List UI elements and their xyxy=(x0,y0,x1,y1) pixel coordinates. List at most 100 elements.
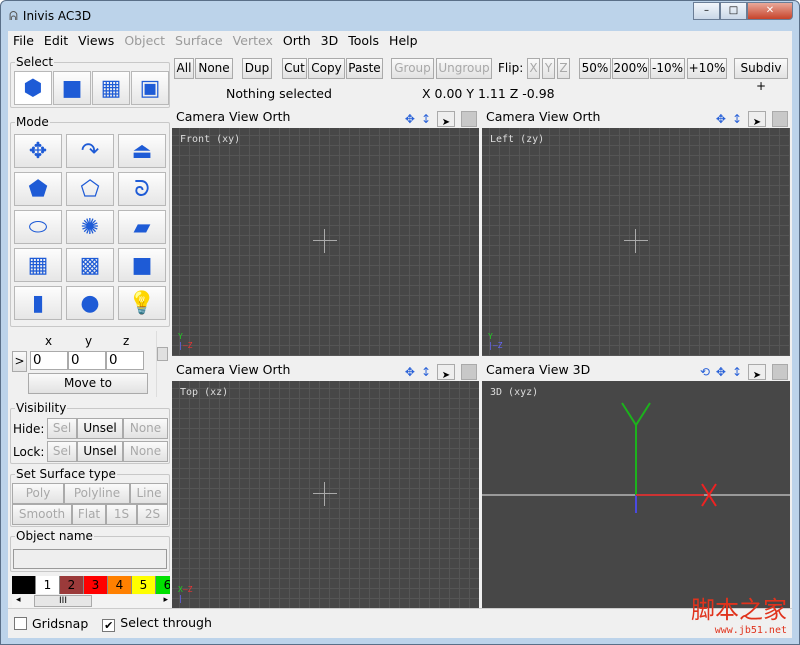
scroll-right-icon[interactable]: ▸ xyxy=(163,595,168,605)
draw-mesh-button[interactable]: ▦ xyxy=(14,248,62,282)
group-button[interactable]: Group xyxy=(391,58,434,79)
zoom-updown-icon[interactable]: ↕ xyxy=(732,361,742,383)
draw-line-button[interactable]: ᘐ xyxy=(118,172,166,206)
flip-y-button[interactable]: Y xyxy=(542,58,555,79)
menu-help[interactable]: Help xyxy=(389,33,418,48)
lock-unsel-button[interactable]: Unsel xyxy=(77,441,123,462)
menu-surface[interactable]: Surface xyxy=(175,33,223,48)
menu-file[interactable]: File xyxy=(13,33,34,48)
color-swatch[interactable] xyxy=(12,576,36,594)
maximize-viewport-icon[interactable] xyxy=(772,364,788,380)
color-swatch[interactable]: 1 xyxy=(36,576,60,594)
draw-box-button[interactable]: ■ xyxy=(118,248,166,282)
zoom-50-button[interactable]: 50% xyxy=(579,58,611,79)
flat-button[interactable]: Flat xyxy=(72,504,106,525)
draw-ellipse-button[interactable]: ⬭ xyxy=(14,210,62,244)
zoom-minus-10-button[interactable]: -10% xyxy=(650,58,685,79)
select-vertex-button[interactable]: ▣ xyxy=(131,71,169,105)
paste-button[interactable]: Paste xyxy=(346,58,383,79)
close-button[interactable]: ✕ xyxy=(747,2,793,20)
color-swatch[interactable]: 4 xyxy=(108,576,132,594)
menu-orth[interactable]: Orth xyxy=(283,33,311,48)
flip-x-button[interactable]: X xyxy=(527,58,540,79)
viewport-3d[interactable]: Camera View 3D ⟲ ✥ ↕ ➤ 3D (xyz) xyxy=(482,359,790,609)
maximize-viewport-icon[interactable] xyxy=(461,111,477,127)
color-swatch[interactable]: 3 xyxy=(84,576,108,594)
menu-edit[interactable]: Edit xyxy=(44,33,68,48)
pan-icon[interactable]: ✥ xyxy=(716,108,726,130)
scroll-left-icon[interactable]: ◂ xyxy=(16,595,21,605)
two-sided-button[interactable]: 2S xyxy=(137,504,168,525)
panel-scroll-thumb[interactable] xyxy=(157,347,168,361)
lock-sel-button[interactable]: Sel xyxy=(47,441,77,462)
menu-object[interactable]: Object xyxy=(124,33,165,48)
camera-icon[interactable]: ➤ xyxy=(437,364,455,381)
minimize-button[interactable]: – xyxy=(693,2,720,20)
smooth-button[interactable]: Smooth xyxy=(12,504,72,525)
select-object-button[interactable]: ⬢ xyxy=(14,71,52,105)
palette-scroll-thumb[interactable]: III xyxy=(34,595,92,607)
subdiv-button[interactable]: Subdiv + xyxy=(734,58,788,93)
color-swatch[interactable]: 2 xyxy=(60,576,84,594)
viewport-left[interactable]: Camera View Orth ✥ ↕ ➤ Left (zy) Y |—Z xyxy=(482,106,790,356)
select-group-button[interactable]: ■ xyxy=(53,71,91,105)
mode-extrude-button[interactable]: ⏏ xyxy=(118,134,166,168)
menu-views[interactable]: Views xyxy=(78,33,114,48)
mode-move-button[interactable]: ✥ xyxy=(14,134,62,168)
gridsnap-checkbox[interactable]: Gridsnap xyxy=(14,616,88,631)
camera-icon[interactable]: ➤ xyxy=(748,364,766,381)
polyline-button[interactable]: Polyline xyxy=(64,483,130,504)
copy-button[interactable]: Copy xyxy=(308,58,345,79)
flip-z-button[interactable]: Z xyxy=(557,58,570,79)
rotate-view-icon[interactable]: ⟲ xyxy=(700,361,710,383)
color-swatch[interactable]: 6 xyxy=(156,576,170,594)
menu-tools[interactable]: Tools xyxy=(348,33,379,48)
pan-icon[interactable]: ✥ xyxy=(405,108,415,130)
hide-sel-button[interactable]: Sel xyxy=(47,418,77,439)
maximize-viewport-icon[interactable] xyxy=(772,111,788,127)
one-sided-button[interactable]: 1S xyxy=(106,504,137,525)
z-input[interactable] xyxy=(106,351,144,370)
select-all-button[interactable]: All xyxy=(174,58,194,79)
maximize-viewport-icon[interactable] xyxy=(461,364,477,380)
draw-polyline-button[interactable]: ⬠ xyxy=(66,172,114,206)
maximize-button[interactable]: □ xyxy=(720,2,747,20)
dup-button[interactable]: Dup xyxy=(242,58,272,79)
draw-rectangle-button[interactable]: ▰ xyxy=(118,210,166,244)
draw-light-button[interactable]: 💡 xyxy=(118,286,166,320)
viewport-top[interactable]: Camera View Orth ✥ ↕ ➤ Top (xz) X—Z | xyxy=(172,359,479,609)
panel-scrollbar[interactable] xyxy=(156,331,168,397)
move-to-button[interactable]: Move to xyxy=(28,373,148,394)
draw-polygon-button[interactable]: ⬟ xyxy=(14,172,62,206)
select-through-checkbox[interactable]: ✔ Select through xyxy=(102,615,212,632)
lock-none-button[interactable]: None xyxy=(123,441,168,462)
zoom-plus-10-button[interactable]: +10% xyxy=(687,58,727,79)
cut-button[interactable]: Cut xyxy=(282,58,307,79)
draw-disk-button[interactable]: ✺ xyxy=(66,210,114,244)
select-surface-button[interactable]: ▦ xyxy=(92,71,130,105)
pan-icon[interactable]: ✥ xyxy=(405,361,415,383)
x-input[interactable] xyxy=(30,351,68,370)
zoom-updown-icon[interactable]: ↕ xyxy=(421,108,431,130)
hide-unsel-button[interactable]: Unsel xyxy=(77,418,123,439)
object-name-input[interactable] xyxy=(13,549,167,569)
mode-rotate-button[interactable]: ↷ xyxy=(66,134,114,168)
line-button[interactable]: Line xyxy=(130,483,168,504)
palette-scrollbar[interactable]: ◂ III ▸ xyxy=(12,595,170,608)
zoom-updown-icon[interactable]: ↕ xyxy=(421,361,431,383)
draw-cylinder-button[interactable]: ▮ xyxy=(14,286,62,320)
zoom-200-button[interactable]: 200% xyxy=(612,58,649,79)
draw-sphere-button[interactable]: ● xyxy=(66,286,114,320)
poly-button[interactable]: Poly xyxy=(12,483,64,504)
apply-position-button[interactable]: > xyxy=(12,351,27,372)
ungroup-button[interactable]: Ungroup xyxy=(436,58,492,79)
draw-box-mesh-button[interactable]: ▩ xyxy=(66,248,114,282)
y-input[interactable] xyxy=(68,351,106,370)
pan-icon[interactable]: ✥ xyxy=(716,361,726,383)
zoom-updown-icon[interactable]: ↕ xyxy=(732,108,742,130)
menu-3d[interactable]: 3D xyxy=(321,33,339,48)
camera-icon[interactable]: ➤ xyxy=(437,111,455,128)
select-none-button[interactable]: None xyxy=(195,58,233,79)
camera-icon[interactable]: ➤ xyxy=(748,111,766,128)
color-swatch[interactable]: 5 xyxy=(132,576,156,594)
